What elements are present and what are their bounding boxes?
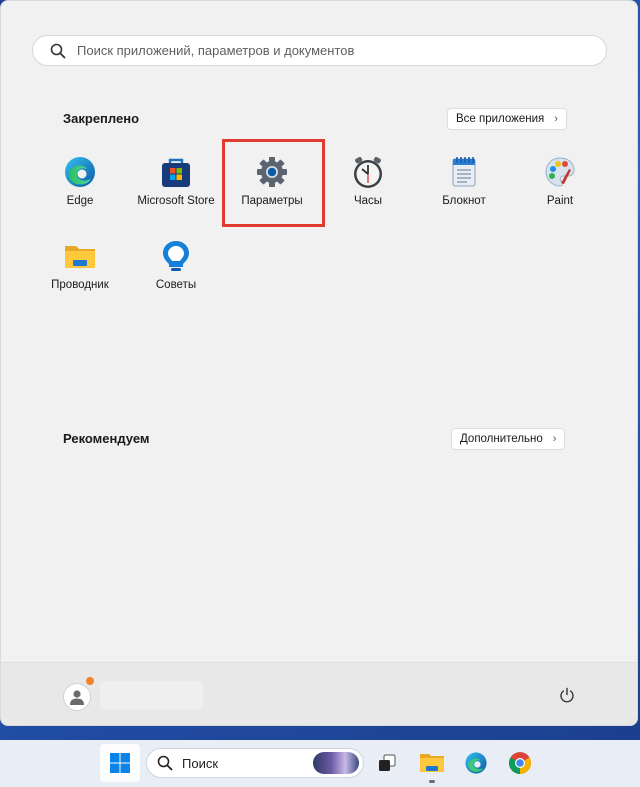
pinned-app-edge[interactable]: Edge <box>32 141 128 221</box>
store-icon <box>159 155 193 189</box>
notepad-icon <box>447 155 481 189</box>
app-label: Edge <box>66 195 94 207</box>
more-label: Дополнительно <box>460 433 543 445</box>
search-placeholder: Поиск приложений, параметров и документо… <box>77 43 355 58</box>
chrome-icon <box>509 752 531 774</box>
user-avatar[interactable] <box>63 683 91 711</box>
chevron-right-icon: › <box>552 433 557 445</box>
app-label: Paint <box>546 195 574 207</box>
file-explorer-icon <box>63 239 97 273</box>
all-apps-button[interactable]: Все приложения › <box>447 108 567 130</box>
app-label: Проводник <box>51 279 109 291</box>
app-label: Microsoft Store <box>137 195 215 207</box>
pinned-app-clock[interactable]: Часы <box>320 141 416 221</box>
power-icon <box>560 687 574 703</box>
app-label: Блокнот <box>442 195 486 207</box>
app-label: Советы <box>155 279 197 291</box>
more-button[interactable]: Дополнительно › <box>451 428 566 450</box>
search-highlight-image <box>313 752 359 774</box>
taskbar-search-label: Поиск <box>182 755 219 771</box>
start-button[interactable] <box>100 744 140 782</box>
edge-icon <box>465 752 487 774</box>
running-indicator <box>429 780 435 783</box>
taskbar-file-explorer[interactable] <box>418 749 446 777</box>
power-button[interactable] <box>557 685 577 705</box>
taskbar-search[interactable]: Поиск <box>146 748 364 778</box>
paint-icon <box>543 155 577 189</box>
taskbar-edge[interactable] <box>462 749 490 777</box>
app-label: Часы <box>353 195 383 207</box>
pinned-app-notepad[interactable]: Блокнот <box>416 141 512 221</box>
edge-icon <box>63 155 97 189</box>
search-icon <box>157 755 173 771</box>
recommended-title: Рекомендуем <box>63 431 150 446</box>
clock-icon <box>351 155 385 189</box>
windows-start-icon <box>110 753 130 773</box>
taskbar-chrome[interactable] <box>506 749 534 777</box>
task-view-icon <box>379 754 396 771</box>
all-apps-label: Все приложения <box>456 113 545 125</box>
search-icon <box>50 43 66 59</box>
user-icon <box>70 690 84 705</box>
chevron-right-icon: › <box>554 113 558 125</box>
start-footer <box>1 662 637 725</box>
tips-icon <box>159 239 193 273</box>
pinned-app-file-explorer[interactable]: Проводник <box>32 225 128 305</box>
pinned-app-microsoft-store[interactable]: Microsoft Store <box>128 141 224 221</box>
start-menu: Поиск приложений, параметров и документо… <box>0 0 638 726</box>
pinned-title: Закреплено <box>63 111 140 126</box>
start-search-box[interactable]: Поиск приложений, параметров и документо… <box>32 35 607 66</box>
file-explorer-icon <box>420 754 444 772</box>
notification-dot <box>86 677 94 685</box>
pinned-app-paint[interactable]: Paint <box>512 141 608 221</box>
user-name-redacted[interactable] <box>100 681 203 709</box>
pinned-app-tips[interactable]: Советы <box>128 225 224 305</box>
settings-highlight-frame <box>222 139 325 227</box>
task-view-button[interactable] <box>373 749 401 777</box>
